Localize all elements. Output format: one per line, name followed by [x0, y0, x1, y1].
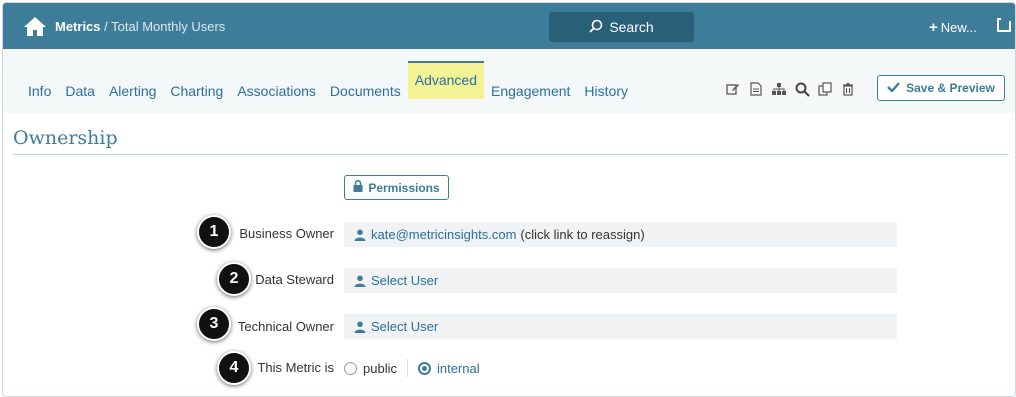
tab-label: Advanced — [414, 72, 478, 88]
business-owner-link[interactable]: kate@metricinsights.com — [371, 227, 516, 242]
tab-label: Charting — [170, 83, 224, 99]
tab-advanced[interactable]: Advanced — [407, 61, 485, 99]
permissions-label: Permissions — [368, 180, 440, 195]
search-icon — [589, 19, 603, 36]
user-icon — [354, 275, 366, 287]
save-preview-button[interactable]: Save & Preview — [877, 75, 1005, 101]
business-owner-note: (click link to reassign) — [520, 227, 645, 242]
tab-history[interactable]: History — [577, 71, 635, 99]
tab-bar: Info Data Alerting Charting Associations Docu… — [3, 49, 1015, 113]
tab-engagement[interactable]: Engagement — [484, 71, 577, 99]
app-window: Metrics / Total Monthly Users Search + Ne… — [2, 2, 1016, 397]
new-label: New... — [940, 20, 977, 35]
folder-icon[interactable] — [997, 18, 1011, 32]
plus-icon: + — [929, 19, 938, 36]
business-owner-label: Business Owner — [239, 226, 334, 241]
user-icon — [354, 229, 366, 241]
new-button[interactable]: + New... — [929, 19, 977, 36]
trash-icon[interactable] — [840, 81, 856, 97]
tab-label: Documents — [329, 83, 401, 99]
technical-owner-label: Technical Owner — [237, 319, 334, 334]
breadcrumb-current: Total Monthly Users — [111, 19, 226, 34]
search-icon[interactable] — [794, 81, 810, 97]
tab-data[interactable]: Data — [58, 71, 102, 99]
tab-associations[interactable]: Associations — [230, 71, 323, 99]
toolbar-icons — [725, 81, 856, 97]
tabs: Info Data Alerting Charting Associations Docu… — [21, 61, 635, 99]
home-icon[interactable] — [23, 15, 47, 37]
tab-alerting[interactable]: Alerting — [102, 71, 163, 99]
public-radio[interactable] — [344, 361, 357, 375]
lock-icon — [353, 179, 363, 195]
business-owner-field: kate@metricinsights.com (click link to r… — [344, 222, 897, 247]
breadcrumb-separator: / — [100, 19, 112, 34]
data-steward-link[interactable]: Select User — [371, 273, 438, 288]
save-preview-label: Save & Preview — [906, 81, 995, 95]
top-bar: Metrics / Total Monthly Users Search + Ne… — [3, 3, 1015, 49]
data-steward-field: Select User — [344, 268, 897, 293]
tab-charting[interactable]: Charting — [163, 71, 230, 99]
data-steward-label: Data Steward — [255, 272, 334, 287]
tab-label: Engagement — [491, 83, 571, 99]
tab-label: Alerting — [108, 83, 157, 99]
tab-label: Data — [65, 83, 95, 99]
tab-label: Info — [28, 83, 52, 99]
visibility-options: public internal — [344, 359, 480, 377]
visibility-label: This Metric is — [257, 360, 334, 375]
search-button[interactable]: Search — [549, 12, 694, 42]
document-icon[interactable] — [748, 81, 764, 97]
tab-label: History — [584, 83, 628, 99]
technical-owner-field: Select User — [344, 314, 897, 339]
tab-info[interactable]: Info — [21, 71, 58, 99]
technical-owner-link[interactable]: Select User — [371, 319, 438, 334]
permissions-button[interactable]: Permissions — [344, 175, 449, 200]
search-label: Search — [609, 19, 654, 35]
section-divider — [13, 154, 1009, 155]
copy-icon[interactable] — [817, 81, 833, 97]
tab-label: Associations — [237, 83, 316, 99]
breadcrumb: Metrics / Total Monthly Users — [55, 19, 225, 34]
checkmark-icon — [887, 81, 901, 95]
public-label[interactable]: public — [363, 361, 397, 376]
user-icon — [354, 321, 366, 333]
option-divider — [406, 359, 408, 377]
section-title: Ownership — [13, 127, 118, 149]
internal-radio[interactable] — [417, 361, 431, 375]
internal-label[interactable]: internal — [437, 361, 480, 376]
tab-documents[interactable]: Documents — [323, 71, 408, 99]
edit-icon[interactable] — [725, 81, 741, 97]
breadcrumb-root[interactable]: Metrics — [55, 19, 101, 34]
hierarchy-icon[interactable] — [771, 81, 787, 97]
